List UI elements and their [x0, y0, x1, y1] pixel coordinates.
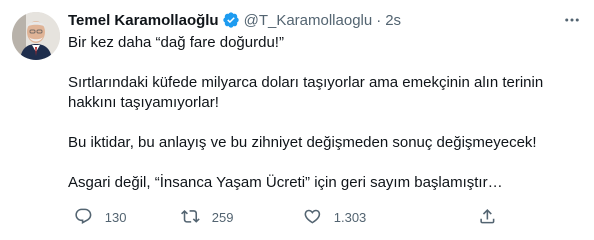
tweet-header: Temel Karamollaoğlu @T_Karamollaoglu · 2…: [68, 10, 582, 30]
separator-dot: ·: [376, 11, 382, 29]
tweet-timestamp[interactable]: 2s: [385, 12, 401, 29]
tweet-content: Temel Karamollaoğlu @T_Karamollaoglu · 2…: [68, 10, 582, 193]
retweet-count: 259: [211, 210, 234, 226]
like-icon: [303, 207, 322, 229]
like-button[interactable]: 1.303: [303, 207, 366, 229]
tweet-actions: 130 259 1.303: [68, 207, 498, 227]
more-options-icon[interactable]: [562, 10, 582, 30]
tweet-text: Bir kez daha “dağ fare doğurdu!” Sırtlar…: [68, 33, 582, 193]
avatar[interactable]: [12, 12, 60, 60]
share-icon: [478, 207, 497, 229]
tweet-paragraph: Bu iktidar, bu anlayış ve bu zihniyet de…: [68, 134, 537, 151]
verified-badge-icon: [222, 11, 240, 29]
reply-count: 130: [104, 210, 127, 226]
tweet-paragraph: Asgari değil, “İnsanca Yaşam Ücreti” içi…: [68, 174, 503, 191]
reply-button[interactable]: 130: [74, 207, 126, 229]
retweet-icon: [181, 207, 200, 229]
author-name[interactable]: Temel Karamollaoğlu: [68, 12, 219, 29]
share-button[interactable]: [478, 207, 497, 229]
like-count: 1.303: [333, 210, 367, 226]
retweet-button[interactable]: 259: [181, 207, 233, 229]
tweet-paragraph: Sırtlarındaki küfede milyarca doları taş…: [68, 74, 544, 111]
tweet[interactable]: Temel Karamollaoğlu @T_Karamollaoglu · 2…: [0, 0, 594, 240]
tweet-paragraph: Bir kez daha “dağ fare doğurdu!”: [68, 34, 284, 51]
author-handle[interactable]: @T_Karamollaoglu: [244, 12, 373, 29]
reply-icon: [74, 207, 93, 229]
